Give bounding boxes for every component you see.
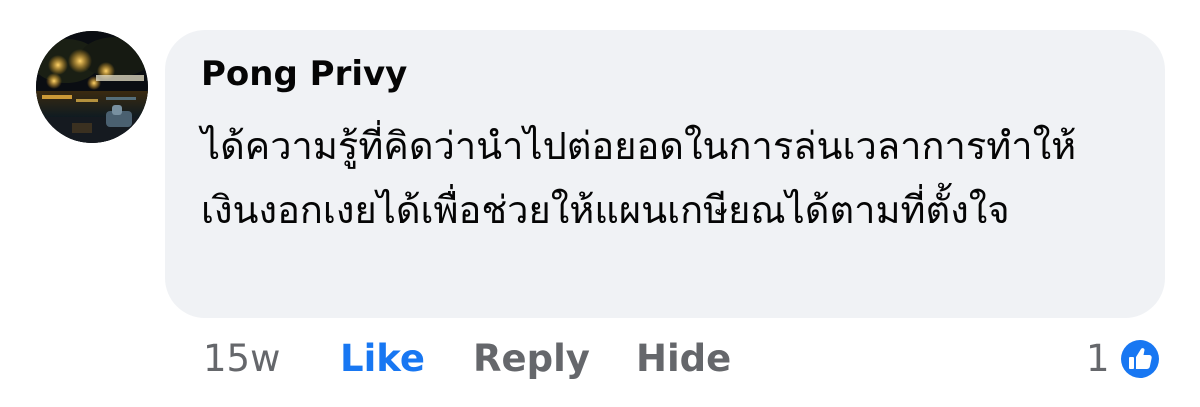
comment-text: ได้ความรู้ที่คิดว่านำไปต่อยอดในการล่นเวล… (201, 124, 1077, 232)
thumbs-up-icon (1118, 338, 1161, 380)
comment: Pong Privy ได้ความรู้ที่คิดว่านำไปต่อยอด… (0, 0, 1200, 407)
reaction-count: 1 (1086, 337, 1110, 380)
comment-bubble: Pong Privy ได้ความรู้ที่คิดว่านำไปต่อยอด… (165, 30, 1165, 318)
reaction-summary[interactable]: 1 (1086, 334, 1162, 384)
hide-button[interactable]: Hide (636, 336, 731, 382)
reply-button[interactable]: Reply (473, 336, 590, 382)
avatar[interactable] (36, 31, 148, 143)
like-button[interactable]: Like (340, 336, 425, 382)
comment-author-name[interactable]: Pong Privy (201, 52, 407, 96)
comment-action-bar: 15w Like Reply Hide 1 (0, 330, 1200, 390)
comment-timestamp[interactable]: 15w (203, 336, 280, 382)
profile-photo-icon (36, 31, 148, 143)
